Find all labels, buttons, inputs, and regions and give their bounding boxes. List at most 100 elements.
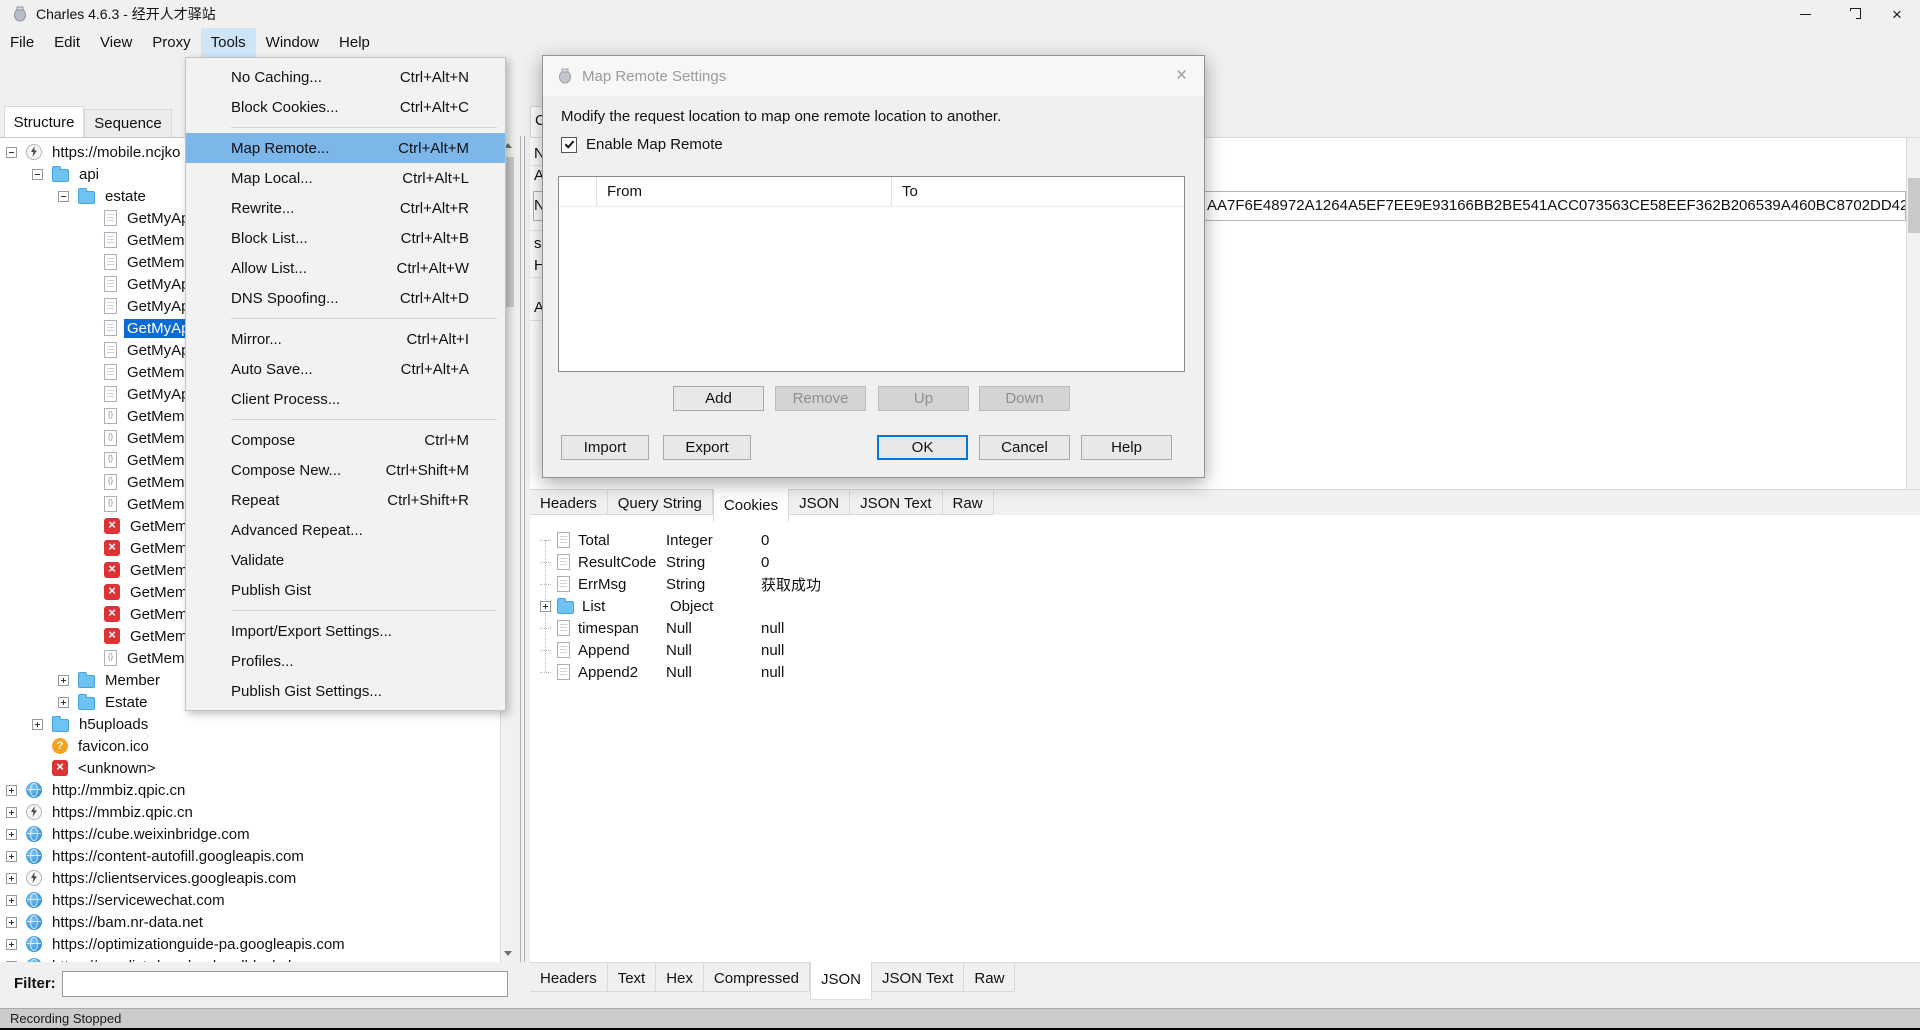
expand-toggle-icon[interactable] xyxy=(6,850,17,862)
menu-item[interactable]: Map Remote... Ctrl+Alt+M xyxy=(186,133,505,163)
expand-toggle-icon[interactable] xyxy=(58,696,69,708)
menu-item[interactable] xyxy=(231,610,497,611)
menu-item[interactable]: Import/Export Settings... xyxy=(186,616,505,646)
expand-toggle-icon[interactable] xyxy=(6,872,17,884)
tab-structure[interactable]: Structure xyxy=(4,106,84,137)
menubar-item[interactable]: File xyxy=(0,28,44,57)
menu-item[interactable] xyxy=(231,127,497,128)
json-tree-row[interactable]: timespan Null null xyxy=(530,617,1920,639)
request-view-tab[interactable]: Headers xyxy=(530,490,608,515)
expand-toggle-icon[interactable] xyxy=(6,784,17,796)
expand-toggle-icon[interactable] xyxy=(6,938,17,950)
tree-row[interactable]: https://servicewechat.com xyxy=(0,889,500,911)
menubar-item[interactable]: View xyxy=(90,28,142,57)
tree-row[interactable]: favicon.ico xyxy=(0,735,500,757)
restore-button[interactable] xyxy=(1828,0,1874,28)
expand-toggle-icon[interactable] xyxy=(58,674,69,686)
request-view-tab[interactable]: Query String xyxy=(607,490,713,515)
menu-item[interactable] xyxy=(231,419,497,420)
close-button[interactable]: × xyxy=(1874,0,1920,28)
menu-item[interactable]: Mirror... Ctrl+Alt+I xyxy=(186,324,505,354)
mappings-table[interactable]: From To xyxy=(558,176,1185,372)
minimize-button[interactable] xyxy=(1782,0,1828,28)
tree-row[interactable]: https://easylist-downloads.adblockplus.o… xyxy=(0,955,500,962)
menu-item[interactable]: Block Cookies... Ctrl+Alt+C xyxy=(186,92,505,122)
menu-item[interactable]: Publish Gist Settings... xyxy=(186,676,505,706)
menu-item[interactable]: Auto Save... Ctrl+Alt+A xyxy=(186,354,505,384)
response-view-tab[interactable]: Headers xyxy=(530,963,608,992)
json-tree-row[interactable]: Append2 Null null xyxy=(530,661,1920,683)
expand-toggle-icon[interactable] xyxy=(32,718,43,730)
json-tree-row[interactable]: ResultCode String 0 xyxy=(530,551,1920,573)
expand-toggle-icon[interactable] xyxy=(540,627,551,629)
menu-item[interactable]: Compose New... Ctrl+Shift+M xyxy=(186,455,505,485)
expand-toggle-icon[interactable] xyxy=(6,894,17,906)
request-view-tab[interactable]: JSON Text xyxy=(850,490,943,515)
json-tree-row[interactable]: Total Integer 0 xyxy=(530,529,1920,551)
tree-row[interactable]: h5uploads xyxy=(0,713,500,735)
menubar-item[interactable]: Tools xyxy=(200,28,256,57)
expand-toggle-icon[interactable] xyxy=(540,671,551,673)
tab-sequence[interactable]: Sequence xyxy=(84,109,172,137)
expand-toggle-icon[interactable] xyxy=(6,806,17,818)
request-view-tab[interactable]: Raw xyxy=(942,490,994,515)
response-view-tab[interactable]: JSON Text xyxy=(871,963,965,992)
json-tree-row[interactable]: ErrMsg String 获取成功 xyxy=(530,573,1920,595)
menu-item[interactable]: Rewrite... Ctrl+Alt+R xyxy=(186,193,505,223)
menu-item[interactable]: No Caching... Ctrl+Alt+N xyxy=(186,62,505,92)
tree-row[interactable]: <unknown> xyxy=(0,757,500,779)
menu-item[interactable]: DNS Spoofing... Ctrl+Alt+D xyxy=(186,283,505,313)
add-button[interactable]: Add xyxy=(673,386,764,411)
response-view-tab[interactable]: JSON xyxy=(809,962,872,1000)
expand-toggle-icon[interactable] xyxy=(540,649,551,651)
expand-toggle-icon[interactable] xyxy=(540,600,551,612)
expand-toggle-icon[interactable] xyxy=(32,168,43,180)
menu-item[interactable]: Compose Ctrl+M xyxy=(186,425,505,455)
menubar-item[interactable]: Help xyxy=(329,28,380,57)
tree-row[interactable]: http://mmbiz.qpic.cn xyxy=(0,779,500,801)
menu-item[interactable] xyxy=(231,318,497,319)
expand-toggle-icon[interactable] xyxy=(540,561,551,563)
tree-row[interactable]: https://content-autofill.googleapis.com xyxy=(0,845,500,867)
response-view-tab[interactable]: Hex xyxy=(656,963,704,992)
tree-row[interactable]: https://cube.weixinbridge.com xyxy=(0,823,500,845)
menu-item[interactable]: Repeat Ctrl+Shift+R xyxy=(186,485,505,515)
menu-item[interactable]: Profiles... xyxy=(186,646,505,676)
menu-item[interactable]: Publish Gist xyxy=(186,575,505,605)
response-view-tab[interactable]: Raw xyxy=(964,963,1016,992)
json-tree-row[interactable]: List Object xyxy=(530,595,1920,617)
menu-item[interactable]: Block List... Ctrl+Alt+B xyxy=(186,223,505,253)
expand-toggle-icon[interactable] xyxy=(6,828,17,840)
menubar-item[interactable]: Window xyxy=(256,28,329,57)
menu-item[interactable]: Client Process... xyxy=(186,384,505,414)
enable-map-remote-checkbox[interactable] xyxy=(561,136,577,153)
menubar-item[interactable]: Proxy xyxy=(142,28,200,57)
cancel-button[interactable]: Cancel xyxy=(979,435,1070,460)
request-scrollbar-thumb[interactable] xyxy=(1908,178,1920,233)
expand-toggle-icon[interactable] xyxy=(540,583,551,585)
request-view-tab[interactable]: Cookies xyxy=(712,489,790,521)
dialog-titlebar[interactable]: Map Remote Settings × xyxy=(543,56,1204,96)
expand-toggle-icon[interactable] xyxy=(540,539,551,541)
response-view-tab[interactable]: Text xyxy=(607,963,657,992)
menu-item[interactable]: Validate xyxy=(186,545,505,575)
tree-row[interactable]: https://clientservices.googleapis.com xyxy=(0,867,500,889)
filter-input[interactable] xyxy=(62,971,508,997)
down-button[interactable]: Down xyxy=(979,386,1070,411)
expand-toggle-icon[interactable] xyxy=(6,146,17,158)
expand-toggle-icon[interactable] xyxy=(58,190,69,202)
request-view-tab[interactable]: JSON xyxy=(789,490,851,515)
tree-row[interactable]: https://optimizationguide-pa.googleapis.… xyxy=(0,933,500,955)
remove-button[interactable]: Remove xyxy=(775,386,866,411)
menu-item[interactable]: Map Local... Ctrl+Alt+L xyxy=(186,163,505,193)
expand-toggle-icon[interactable] xyxy=(6,916,17,928)
export-button[interactable]: Export xyxy=(663,435,751,460)
tree-row[interactable]: https://bam.nr-data.net xyxy=(0,911,500,933)
menu-item[interactable]: Allow List... Ctrl+Alt+W xyxy=(186,253,505,283)
json-tree-row[interactable]: Append Null null xyxy=(530,639,1920,661)
import-button[interactable]: Import xyxy=(561,435,649,460)
up-button[interactable]: Up xyxy=(878,386,969,411)
ok-button[interactable]: OK xyxy=(877,435,968,460)
dialog-close-button[interactable]: × xyxy=(1159,56,1204,96)
help-button[interactable]: Help xyxy=(1081,435,1172,460)
